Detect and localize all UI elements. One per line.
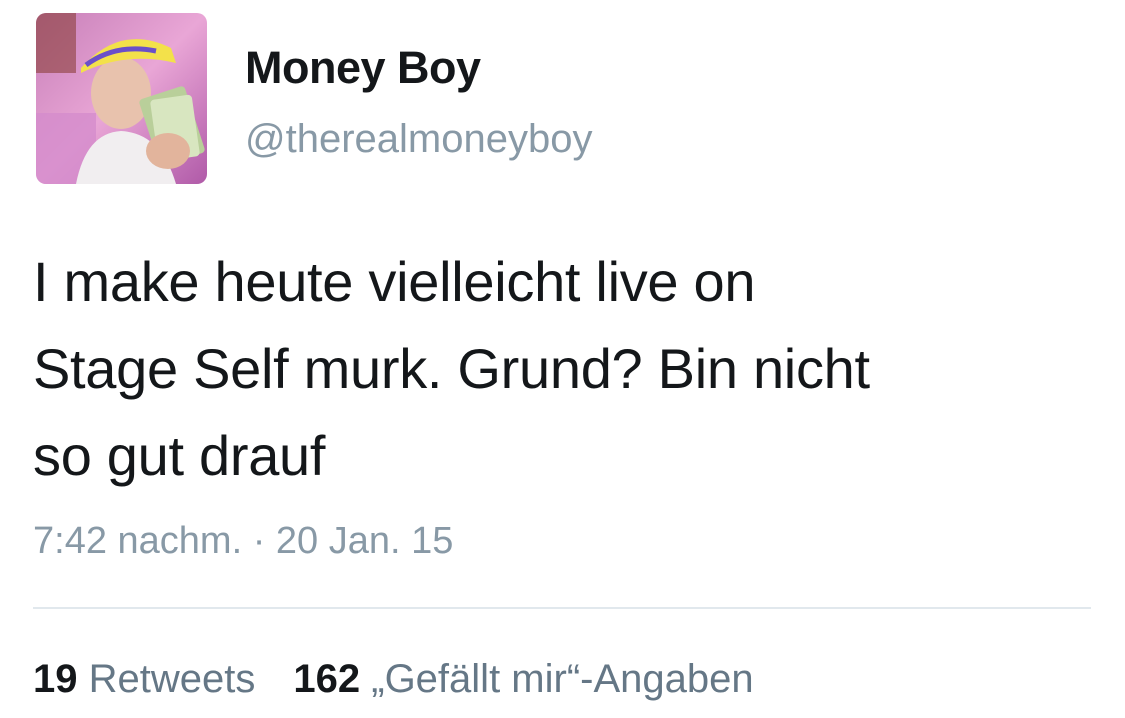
likes-label: „Gefällt mir“-Angaben xyxy=(371,657,754,701)
tweet-text-line: I make heute vielleicht live on xyxy=(33,250,756,313)
likes-count: 162 xyxy=(293,657,361,701)
likes-stat[interactable]: 162 „Gefällt mir“-Angaben xyxy=(293,657,753,701)
tweet-text-line: so gut drauf xyxy=(33,424,326,487)
divider xyxy=(33,607,1091,609)
tweet-timestamp[interactable]: 7:42 nachm. · 20 Jan. 15 xyxy=(33,520,453,563)
timestamp-separator: · xyxy=(252,520,266,562)
avatar[interactable] xyxy=(36,13,207,184)
display-name[interactable]: Money Boy xyxy=(245,42,481,94)
retweets-label: Retweets xyxy=(88,657,256,701)
retweets-count: 19 xyxy=(33,657,78,701)
user-handle[interactable]: @therealmoneyboy xyxy=(245,117,592,162)
retweets-stat[interactable]: 19 Retweets xyxy=(33,657,255,701)
tweet-time: 7:42 nachm. xyxy=(33,520,243,562)
tweet-text: I make heute vielleicht live on Stage Se… xyxy=(33,238,1093,499)
tweet-date: 20 Jan. 15 xyxy=(275,520,454,562)
engagement-stats: 19 Retweets 162 „Gefällt mir“-Angaben xyxy=(33,657,792,702)
avatar-image xyxy=(36,13,207,184)
tweet-card: Money Boy @therealmoneyboy I make heute … xyxy=(0,0,1125,718)
tweet-text-line: Stage Self murk. Grund? Bin nicht xyxy=(33,337,870,400)
